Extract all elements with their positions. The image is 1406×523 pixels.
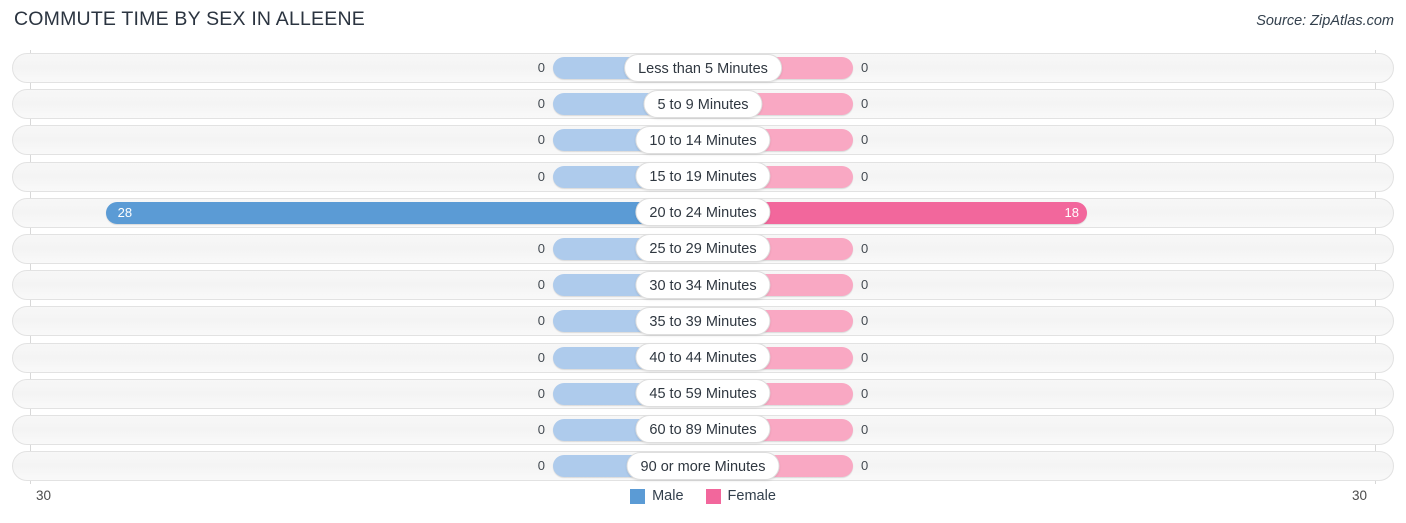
row-label: 10 to 14 Minutes <box>635 125 771 154</box>
bar-value-female: 0 <box>861 132 869 148</box>
legend-item-female[interactable]: Female <box>705 488 776 504</box>
bar-value-male: 0 <box>537 458 545 474</box>
row-label: 40 to 44 Minutes <box>635 343 771 371</box>
bar-row: 0 0 Less than 5 Minutes <box>0 50 1406 86</box>
bar-male[interactable] <box>105 201 703 224</box>
bar-value-male: 0 <box>537 132 545 148</box>
bar-value-male: 0 <box>537 421 545 437</box>
bar-value-female: 0 <box>861 385 869 401</box>
row-label: 5 to 9 Minutes <box>643 89 763 118</box>
bar-value-female: 0 <box>861 60 869 75</box>
row-label: 20 to 24 Minutes <box>635 198 771 227</box>
bar-row: 0 0 60 to 89 Minutes <box>0 412 1406 448</box>
row-label: 15 to 19 Minutes <box>635 162 771 191</box>
bar-value-male: 0 <box>537 277 545 293</box>
row-label: 45 to 59 Minutes <box>635 379 771 408</box>
bar-value-female: 0 <box>861 458 869 474</box>
bar-value-male: 0 <box>537 60 545 75</box>
bar-value-male: 0 <box>537 96 545 112</box>
bar-value-female: 0 <box>861 421 869 437</box>
bar-row: 0 0 45 to 59 Minutes <box>0 376 1406 412</box>
bar-rows: 0 0 Less than 5 Minutes 0 0 5 to 9 Minutes 0 0 1… <box>0 50 1406 484</box>
legend: Male Female <box>0 488 1406 504</box>
legend-item-male[interactable]: Male <box>630 488 684 504</box>
legend-swatch-male-icon <box>630 488 646 504</box>
bar-value-male: 0 <box>537 349 545 365</box>
bar-value-male: 0 <box>537 385 545 401</box>
bar-value-female: 0 <box>861 96 869 112</box>
row-label: 60 to 89 Minutes <box>635 415 771 444</box>
chart-container: COMMUTE TIME BY SEX IN ALLEENE Source: Z… <box>0 0 1406 523</box>
bar-value-female: 18 <box>1064 204 1079 220</box>
bar-row: 0 0 15 to 19 Minutes <box>0 159 1406 195</box>
legend-label-male: Male <box>652 488 684 504</box>
source-attribution: Source: ZipAtlas.com <box>1256 13 1394 29</box>
bar-value-female: 0 <box>861 313 869 329</box>
bar-value-female: 0 <box>861 168 869 184</box>
bar-value-male: 0 <box>537 240 545 256</box>
bar-row: 0 0 25 to 29 Minutes <box>0 231 1406 267</box>
bar-row: 0 0 10 to 14 Minutes <box>0 122 1406 158</box>
chart-footer: 30 30 Male Female <box>0 484 1406 523</box>
chart-header: COMMUTE TIME BY SEX IN ALLEENE Source: Z… <box>0 0 1406 44</box>
bar-row: 0 0 40 to 44 Minutes <box>0 340 1406 376</box>
bar-row: 0 0 90 or more Minutes <box>0 448 1406 484</box>
bar-value-female: 0 <box>861 240 869 256</box>
row-label: 30 to 34 Minutes <box>635 270 771 299</box>
row-label: 25 to 29 Minutes <box>635 234 771 263</box>
legend-label-female: Female <box>727 488 776 504</box>
bar-value-male: 28 <box>117 204 133 220</box>
row-label: 90 or more Minutes <box>626 451 780 480</box>
plot-area: 0 0 Less than 5 Minutes 0 0 5 to 9 Minutes 0 0 1… <box>0 50 1406 484</box>
bar-row: 28 18 20 to 24 Minutes <box>0 195 1406 231</box>
bar-value-male: 0 <box>537 168 545 184</box>
bar-value-female: 0 <box>861 349 869 365</box>
bar-value-male: 0 <box>537 313 545 329</box>
bar-value-female: 0 <box>861 277 869 293</box>
bar-row: 0 0 30 to 34 Minutes <box>0 267 1406 303</box>
legend-swatch-female-icon <box>705 488 721 504</box>
bar-row: 0 0 35 to 39 Minutes <box>0 303 1406 339</box>
row-label: 35 to 39 Minutes <box>635 306 771 335</box>
page-title: COMMUTE TIME BY SEX IN ALLEENE <box>14 8 365 30</box>
bar-row: 0 0 5 to 9 Minutes <box>0 86 1406 122</box>
row-label: Less than 5 Minutes <box>624 53 782 82</box>
